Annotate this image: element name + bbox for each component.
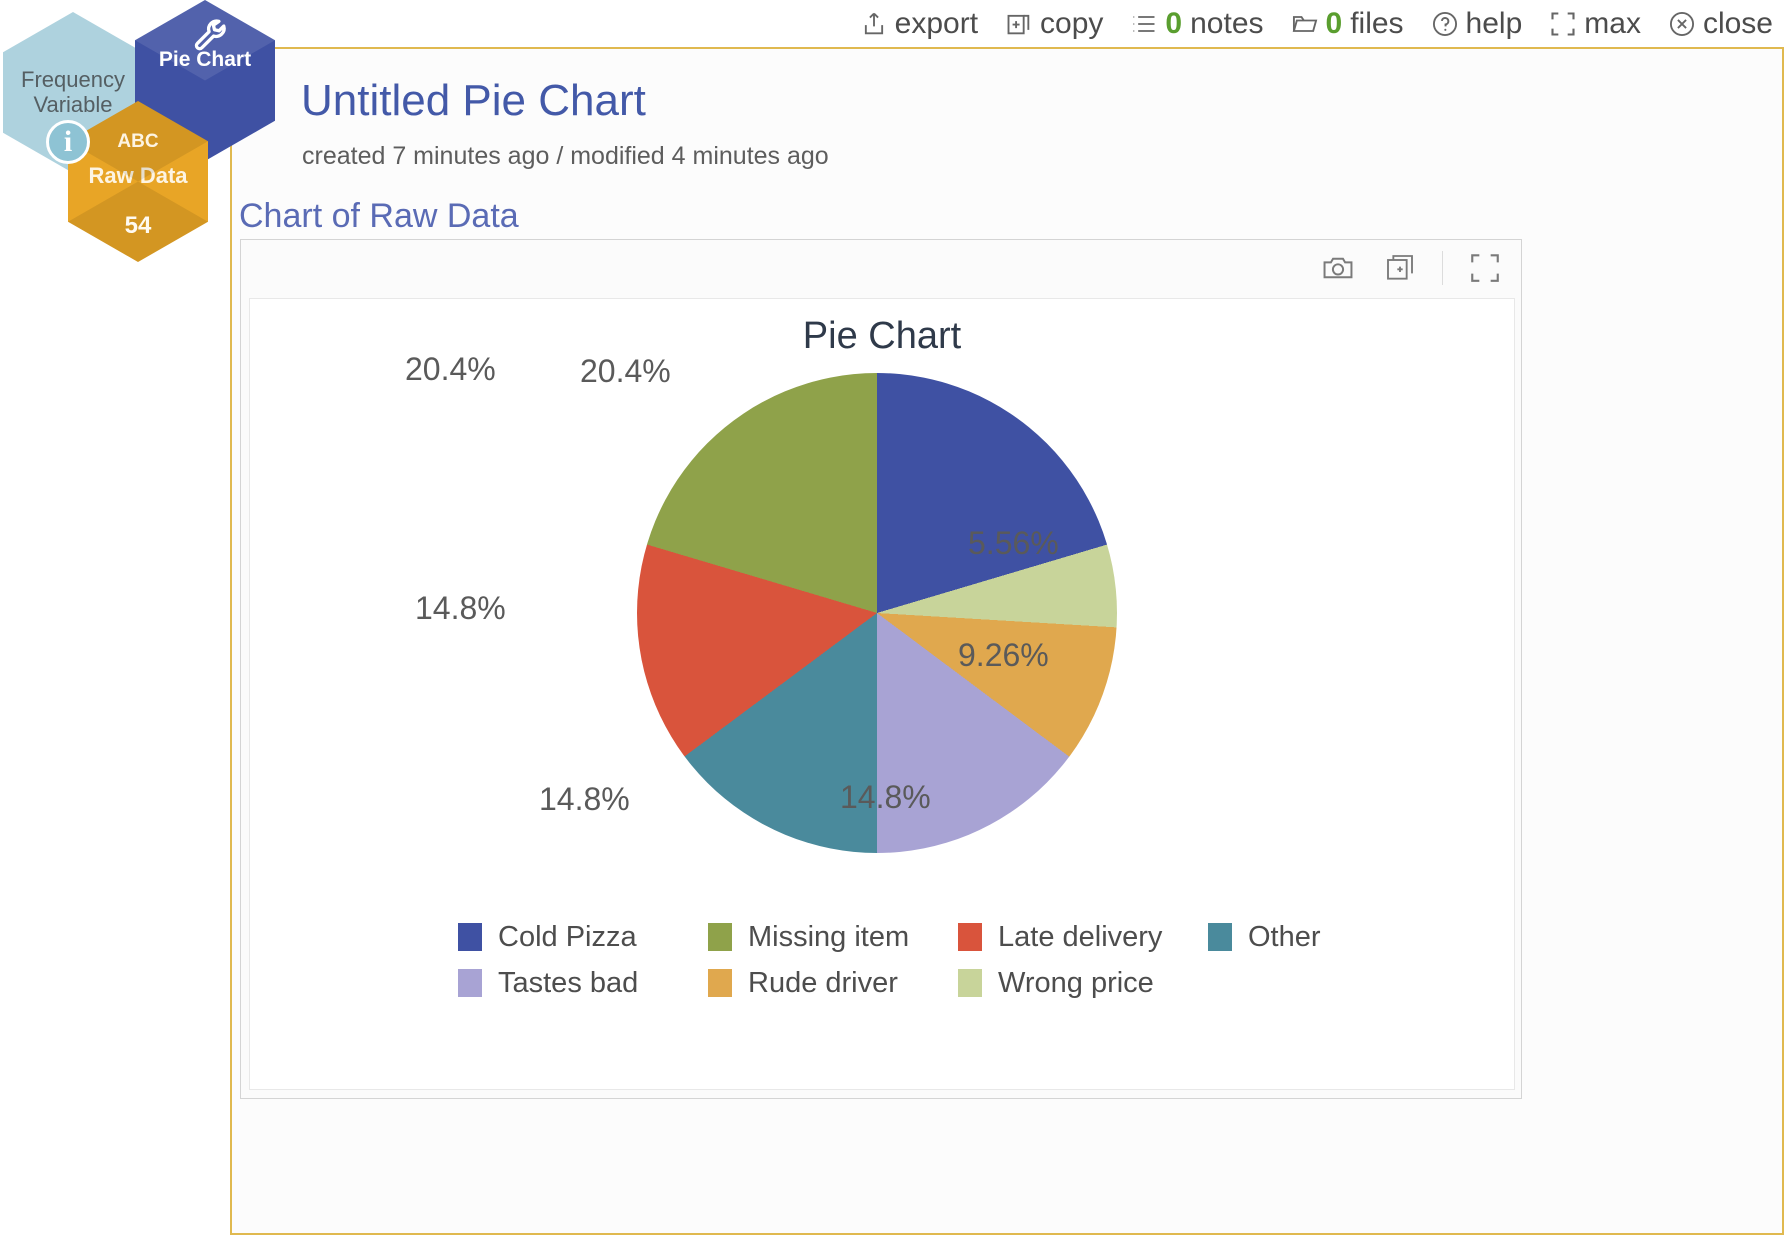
copy-icon <box>1004 9 1034 39</box>
help-label: help <box>1465 7 1523 40</box>
page-title[interactable]: Untitled Pie Chart <box>301 76 646 126</box>
notes-count: 0 <box>1165 7 1183 40</box>
pie-slice-percent-label: 5.56% <box>968 525 1059 561</box>
legend-swatch-icon <box>958 969 982 997</box>
pie-slice-percent-label: 14.8% <box>539 781 630 817</box>
legend-label: Other <box>1248 920 1321 953</box>
node-hex-group: Frequency Variable Pie Chart Raw Data AB… <box>0 0 300 300</box>
legend-swatch-icon <box>708 923 732 951</box>
chart-panel-toolbar <box>1318 248 1505 288</box>
close-icon <box>1667 9 1697 39</box>
chart-legend: Cold Pizza Missing item Late delivery Other… <box>458 914 1458 1006</box>
pie-chart-card: Untitled Pie Chart created 7 minutes ago… <box>230 47 1784 1235</box>
export-label: export <box>894 7 979 40</box>
legend-label: Wrong price <box>998 966 1154 999</box>
camera-icon[interactable] <box>1318 248 1358 288</box>
help-button[interactable]: help <box>1430 7 1523 40</box>
toolbar-divider <box>1442 251 1443 285</box>
legend-item[interactable]: Late delivery <box>958 914 1208 960</box>
max-icon <box>1548 9 1578 39</box>
max-label: max <box>1584 7 1641 40</box>
legend-swatch-icon <box>1208 923 1232 951</box>
copy-panel-icon[interactable] <box>1380 248 1420 288</box>
legend-label: Cold Pizza <box>498 920 637 953</box>
hex-label-line1: Frequency <box>21 66 125 92</box>
legend-swatch-icon <box>708 969 732 997</box>
files-button[interactable]: 0 files <box>1290 9 1404 39</box>
timestamps-text: created 7 minutes ago / modified 4 minut… <box>302 142 829 170</box>
legend-label: Late delivery <box>998 920 1163 953</box>
legend-item[interactable]: Tastes bad <box>458 960 708 1006</box>
legend-item[interactable]: Missing item <box>708 914 958 960</box>
legend-swatch-icon <box>458 923 482 951</box>
notes-icon <box>1129 9 1159 39</box>
info-glyph: i <box>63 125 73 158</box>
hex-label-raw-data: Raw Data <box>88 163 188 188</box>
legend-item[interactable]: Cold Pizza <box>458 914 708 960</box>
legend-item[interactable]: Wrong price <box>958 960 1208 1006</box>
notes-button[interactable]: 0 notes <box>1129 7 1264 40</box>
export-button[interactable]: export <box>859 9 978 39</box>
max-button[interactable]: max <box>1548 9 1641 39</box>
export-icon <box>859 9 889 39</box>
copy-button[interactable]: copy <box>1004 9 1103 39</box>
legend-swatch-icon <box>458 969 482 997</box>
legend-label: Rude driver <box>748 966 898 999</box>
hex-label-frequency-variable: Frequency Variable <box>21 66 125 117</box>
fullscreen-icon[interactable] <box>1465 248 1505 288</box>
help-icon <box>1430 9 1460 39</box>
info-icon[interactable]: i <box>46 120 90 164</box>
hex-label-line2: Variable <box>33 91 113 117</box>
pie-slice-percent-label: 9.26% <box>958 637 1049 673</box>
pie-slice-percent-label: 14.8% <box>840 779 931 815</box>
files-icon <box>1290 9 1320 39</box>
legend-label: Missing item <box>748 920 910 953</box>
pie-slice-percent-label: 20.4% <box>580 353 671 389</box>
hex-label-pie-chart: Pie Chart <box>158 48 252 71</box>
files-count: 0 <box>1325 7 1343 40</box>
copy-label: copy <box>1040 7 1104 40</box>
pie-slice-percent-label: 20.4% <box>405 351 496 387</box>
notes-label: notes <box>1190 7 1264 40</box>
plot-area: Pie Chart 20.4% 5.56% 9.26% 14.8% 14.8% 14.8%… <box>249 298 1515 1090</box>
legend-swatch-icon <box>958 923 982 951</box>
legend-item[interactable]: Rude driver <box>708 960 958 1006</box>
chart-panel: Pie Chart 20.4% 5.56% 9.26% 14.8% 14.8% 14.8%… <box>240 239 1522 1099</box>
legend-item[interactable]: Other <box>1208 914 1458 960</box>
files-label: files <box>1350 7 1404 40</box>
close-button[interactable]: close <box>1667 9 1773 39</box>
legend-label: Tastes bad <box>498 966 639 999</box>
pie-slice-percent-label: 14.8% <box>415 590 506 626</box>
close-label: close <box>1702 7 1773 40</box>
